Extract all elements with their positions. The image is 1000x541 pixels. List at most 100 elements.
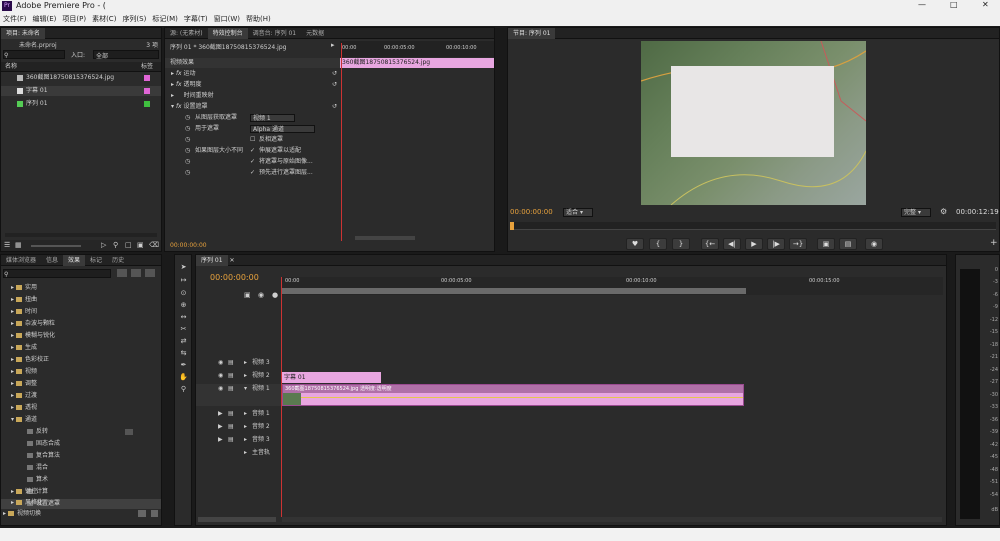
work-area-bar[interactable] [281, 288, 746, 294]
matte-select[interactable]: Alpha 通道 [250, 125, 315, 133]
expand-icon[interactable]: ▸ [11, 308, 14, 315]
hand-tool-icon[interactable]: ✋ [179, 373, 188, 382]
expand-icon[interactable]: ▸ [11, 332, 14, 339]
composite-matte-checkbox[interactable]: ✓ [250, 157, 255, 167]
expand-icon[interactable]: ▸ [171, 81, 174, 88]
expand-icon[interactable]: ▸ [244, 422, 247, 432]
track-header[interactable]: ◉ ▤ ▾ 视频 1 [196, 384, 281, 406]
lift-button[interactable]: ▣ [817, 238, 835, 250]
expand-icon[interactable]: ▸ [171, 92, 174, 99]
new-bin-icon[interactable] [138, 510, 146, 517]
new-item-icon[interactable]: ▣ [137, 241, 144, 249]
layer-select[interactable]: 视频 1 [250, 114, 295, 122]
tree-effect[interactable]: 固态合成 [1, 439, 161, 449]
tree-folder[interactable]: ▸ 色彩校正 [1, 355, 161, 365]
tree-folder[interactable]: ▸ 生成 [1, 343, 161, 353]
rolling-edit-tool-icon[interactable]: ⊕ [179, 301, 188, 310]
track-header[interactable]: ◉ ▤ ▸ 视频 2 [196, 371, 281, 381]
playhead-marker[interactable] [510, 222, 514, 230]
program-timecode-right[interactable]: 00:00:12:19 [956, 208, 999, 216]
track-header[interactable]: ▶ ▤ ▸ 音频 2 [196, 422, 281, 432]
track-header[interactable]: ▶ ▤ ▸ 音频 1 [196, 409, 281, 419]
menu-item[interactable]: 文件(F) [0, 14, 30, 24]
lock-icon[interactable]: ▤ [228, 358, 234, 368]
close-icon[interactable]: ✕ [230, 257, 235, 264]
delete-icon[interactable] [151, 510, 158, 517]
project-item[interactable]: 序列 01 [1, 99, 161, 109]
yuv-icon[interactable] [145, 269, 155, 277]
step-back-button[interactable]: ◀| [723, 238, 741, 250]
expand-icon[interactable]: ▸ [244, 448, 247, 458]
effects-search-input[interactable]: ⚲ [3, 269, 111, 278]
search-input[interactable]: ⚲ [3, 50, 65, 59]
razor-tool-icon[interactable]: ✂ [179, 325, 188, 334]
expand-icon[interactable]: ▸ [11, 356, 14, 363]
expand-icon[interactable]: ▸ [11, 344, 14, 351]
menu-item[interactable]: 项目(P) [59, 14, 89, 24]
slide-tool-icon[interactable]: ⇆ [179, 349, 188, 358]
automate-icon[interactable]: ▷ [101, 241, 106, 249]
tree-folder[interactable]: ▸ 杂波与颗粒 [1, 319, 161, 329]
tab-markers[interactable]: 标记 [85, 255, 107, 266]
expand-icon[interactable]: ▸ [171, 70, 174, 77]
expand-icon[interactable]: ▸ [11, 380, 14, 387]
play-only-icon[interactable]: ▸ [331, 41, 335, 49]
reset-icon[interactable]: ↺ [332, 102, 337, 112]
stopwatch-icon[interactable]: ◷ [185, 146, 190, 156]
tree-folder[interactable]: ▸ 过渡 [1, 391, 161, 401]
collapse-icon[interactable]: ▾ [244, 384, 247, 394]
horizontal-scrollbar[interactable] [5, 233, 157, 237]
tree-folder[interactable]: ▸ 时间 [1, 307, 161, 317]
reset-icon[interactable]: ↺ [332, 80, 337, 90]
expand-icon[interactable]: ▸ [11, 368, 14, 375]
selection-tool-icon[interactable]: ➤ [179, 263, 188, 272]
tab-sequence[interactable]: 序列 01 [196, 254, 228, 266]
extract-button[interactable]: ▤ [839, 238, 857, 250]
tree-effect[interactable]: 复合算法 [1, 451, 161, 461]
expand-icon[interactable]: ▸ [11, 488, 14, 495]
speaker-icon[interactable]: ▶ [218, 422, 223, 432]
expand-icon[interactable]: ▸ [11, 320, 14, 327]
tree-effect[interactable]: 算术 [1, 475, 161, 485]
menu-item[interactable]: 标记(M) [149, 14, 181, 24]
stopwatch-icon[interactable]: ◷ [185, 135, 190, 145]
image-clip[interactable]: 360截图18750815376524.jpg 透明度:透明度 [282, 384, 744, 406]
menu-item[interactable]: 帮助(H) [243, 14, 274, 24]
tab-metadata[interactable]: 元数据 [301, 28, 329, 39]
effect-time-remap[interactable]: ▸ 时间重映射 [165, 91, 340, 101]
tab-history[interactable]: 历史 [107, 255, 129, 266]
add-marker-button[interactable]: ♥ [626, 238, 644, 250]
snap-icon[interactable]: ▣ [244, 291, 251, 299]
timeline-scrollbar[interactable] [198, 517, 276, 522]
settings-icon[interactable]: ● [272, 291, 278, 299]
tab-media-browser[interactable]: 媒体浏览器 [1, 255, 41, 266]
track-header[interactable]: ◉ ▤ ▸ 视频 3 [196, 358, 281, 368]
step-forward-button[interactable]: |▶ [767, 238, 785, 250]
rate-stretch-tool-icon[interactable]: ↔ [179, 313, 188, 322]
go-to-in-button[interactable]: {← [701, 238, 719, 250]
expand-icon[interactable]: ▸ [11, 392, 14, 399]
delete-icon[interactable]: ⌫ [149, 241, 159, 249]
tree-folder[interactable]: ▸ 实用 [1, 283, 161, 293]
menu-item[interactable]: 素材(C) [89, 14, 119, 24]
ec-playhead[interactable] [341, 43, 342, 241]
wrench-icon[interactable]: ⚙ [940, 207, 947, 216]
expand-icon[interactable]: ▸ [244, 358, 247, 368]
menu-item[interactable]: 窗口(W) [211, 14, 243, 24]
tab-effects[interactable]: 效果 [63, 254, 86, 266]
tree-folder[interactable]: ▾ 通道 [1, 415, 161, 425]
tab-project[interactable]: 项目: 未命名 [1, 27, 45, 39]
stopwatch-icon[interactable]: ◷ [185, 113, 190, 123]
ec-clip-bar[interactable]: 360截图18750815376524.jpg [340, 58, 494, 68]
close-icon[interactable]: ✕ [982, 0, 998, 9]
expand-icon[interactable]: ▸ [11, 296, 14, 303]
eye-icon[interactable]: ◉ [218, 384, 223, 394]
program-timecode-left[interactable]: 00:00:00:00 [510, 208, 553, 216]
tab-program[interactable]: 节目: 序列 01 [508, 27, 556, 39]
ec-timecode[interactable]: 00:00:00:00 [170, 242, 207, 249]
menu-item[interactable]: 序列(S) [119, 14, 149, 24]
accelerated-icon[interactable] [117, 269, 127, 277]
premultiply-checkbox[interactable]: ✓ [250, 168, 255, 178]
timeline-zoom-scrollbar[interactable] [282, 517, 942, 522]
timeline-timecode[interactable]: 00:00:00:00 [210, 273, 259, 282]
